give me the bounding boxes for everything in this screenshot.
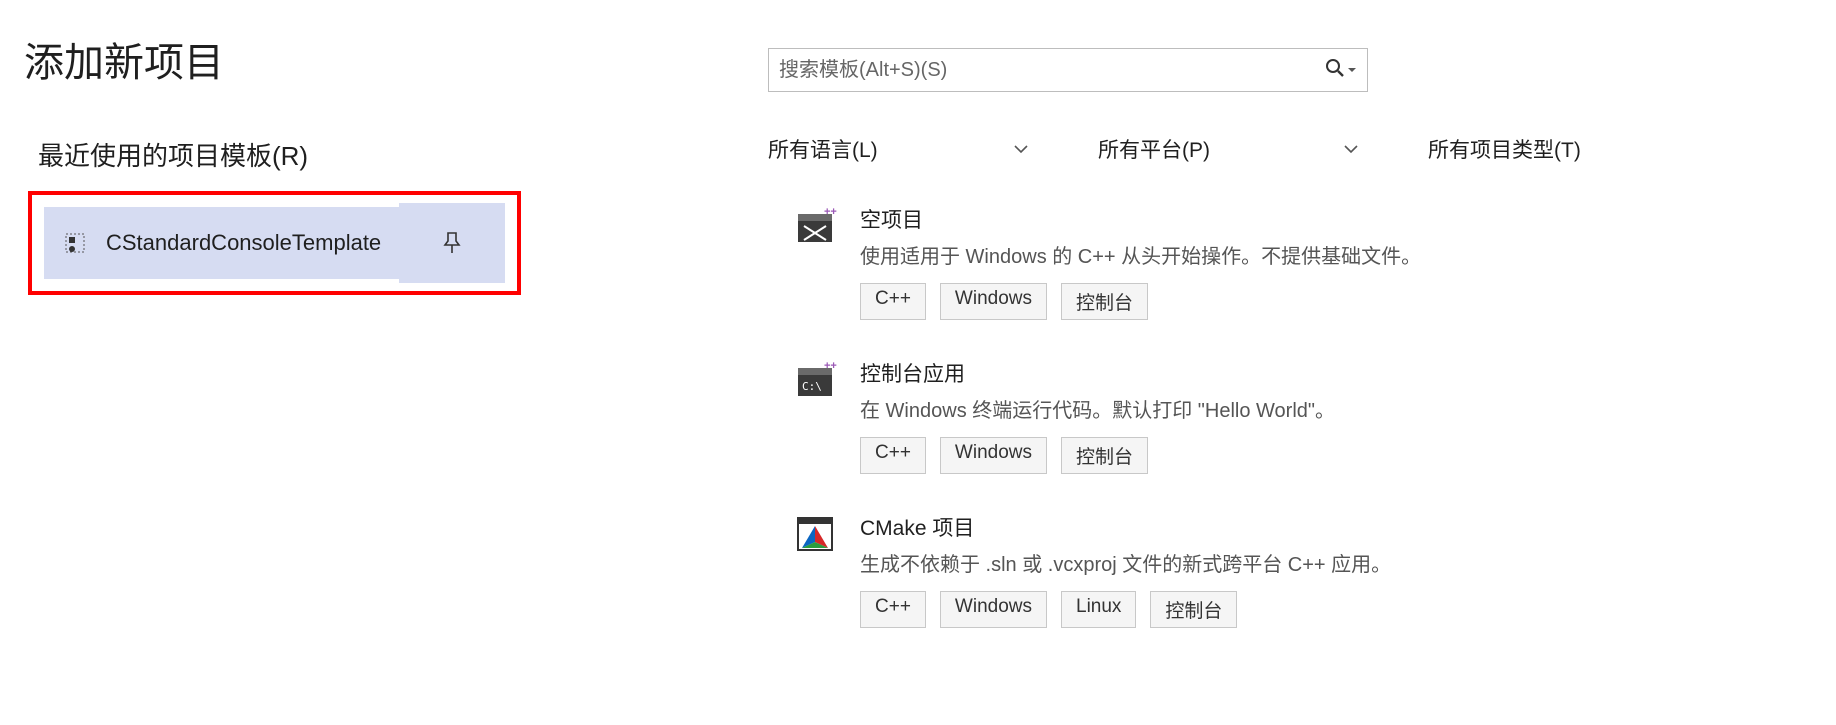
template-tags: C++ Windows Linux 控制台 (860, 591, 1806, 628)
template-item[interactable]: C:\++ 控制台应用在 Windows 终端运行代码。默认打印 "Hello W… (796, 358, 1806, 474)
page-title: 添加新项目 (24, 30, 708, 88)
template-tag: Windows (940, 591, 1047, 628)
filter-platform-label: 所有平台(P) (1098, 134, 1210, 164)
template-tag: 控制台 (1061, 283, 1148, 320)
empty-project-icon: ++ (796, 206, 838, 246)
caret-down-icon (1347, 65, 1357, 75)
template-item[interactable]: CMake 项目生成不依赖于 .sln 或 .vcxproj 文件的新式跨平台 … (796, 512, 1806, 628)
template-tag: 控制台 (1061, 437, 1148, 474)
search-box[interactable] (768, 48, 1368, 92)
template-description: 使用适用于 Windows 的 C++ 从头开始操作。不提供基础文件。 (860, 240, 1806, 269)
templates-list: ++ 空项目使用适用于 Windows 的 C++ 从头开始操作。不提供基础文件。… (768, 204, 1806, 628)
svg-text:C:\: C:\ (802, 380, 822, 393)
template-tag: C++ (860, 283, 926, 320)
chevron-down-icon (1014, 144, 1028, 154)
search-button[interactable] (1321, 56, 1361, 85)
svg-text:++: ++ (824, 206, 837, 218)
template-icon (62, 230, 88, 256)
filter-project-type[interactable]: 所有项目类型(T) (1428, 134, 1628, 164)
template-title: 控制台应用 (860, 358, 1806, 388)
template-tag: 控制台 (1150, 591, 1237, 628)
template-tag: Windows (940, 283, 1047, 320)
template-tags: C++ Windows 控制台 (860, 283, 1806, 320)
recent-template-item[interactable]: CStandardConsoleTemplate (44, 207, 399, 279)
template-item[interactable]: ++ 空项目使用适用于 Windows 的 C++ 从头开始操作。不提供基础文件。… (796, 204, 1806, 320)
template-description: 生成不依赖于 .sln 或 .vcxproj 文件的新式跨平台 C++ 应用。 (860, 548, 1806, 577)
svg-text:++: ++ (824, 360, 837, 372)
recent-templates-label: 最近使用的项目模板(R) (38, 136, 708, 173)
template-description: 在 Windows 终端运行代码。默认打印 "Hello World"。 (860, 394, 1806, 423)
pin-button[interactable] (399, 203, 505, 283)
chevron-down-icon (1344, 144, 1358, 154)
template-tags: C++ Windows 控制台 (860, 437, 1806, 474)
filter-language[interactable]: 所有语言(L) (768, 134, 1028, 164)
cmake-project-icon (796, 514, 838, 554)
recent-template-label: CStandardConsoleTemplate (106, 230, 381, 256)
search-icon (1325, 58, 1345, 83)
template-tag: C++ (860, 591, 926, 628)
template-title: CMake 项目 (860, 512, 1806, 542)
pin-icon (443, 232, 461, 254)
template-tag: C++ (860, 437, 926, 474)
filter-language-label: 所有语言(L) (768, 134, 878, 164)
filter-project-type-label: 所有项目类型(T) (1428, 134, 1581, 164)
console-project-icon: C:\++ (796, 360, 838, 400)
template-title: 空项目 (860, 204, 1806, 234)
template-tag: Windows (940, 437, 1047, 474)
template-tag: Linux (1061, 591, 1136, 628)
filter-platform[interactable]: 所有平台(P) (1098, 134, 1358, 164)
search-input[interactable] (779, 59, 1321, 82)
